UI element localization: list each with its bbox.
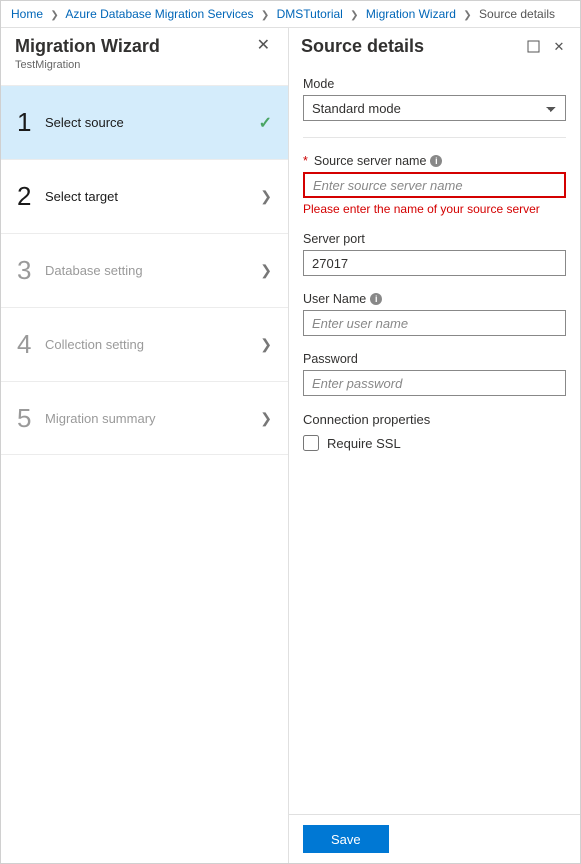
wizard-step-database-setting[interactable]: 3 Database setting ❯ [1, 233, 288, 307]
divider [303, 137, 566, 138]
step-label: Collection setting [45, 337, 260, 352]
chevron-right-icon: ❯ [260, 410, 272, 427]
pin-icon[interactable] [524, 38, 542, 56]
breadcrumb-current: Source details [479, 7, 555, 21]
close-icon[interactable]: ✕ [253, 36, 274, 56]
chevron-right-icon: ❯ [50, 10, 58, 21]
chevron-right-icon: ❯ [350, 10, 358, 21]
info-icon[interactable]: i [430, 155, 442, 167]
user-name-label: User Name [303, 292, 366, 306]
mode-field: Mode Standard mode [303, 77, 566, 121]
breadcrumb-link-wizard[interactable]: Migration Wizard [366, 7, 456, 21]
server-port-input[interactable] [303, 250, 566, 276]
step-number: 4 [17, 329, 45, 360]
breadcrumb-link-service[interactable]: Azure Database Migration Services [65, 7, 253, 21]
breadcrumb-link-home[interactable]: Home [11, 7, 43, 21]
wizard-steps: 1 Select source ✓ 2 Select target ❯ 3 Da… [1, 85, 288, 455]
details-footer: Save [289, 814, 580, 863]
require-ssl-checkbox[interactable] [303, 435, 319, 451]
chevron-right-icon: ❯ [260, 336, 272, 353]
source-server-field: * Source server name i Please enter the … [303, 154, 566, 216]
wizard-step-migration-summary[interactable]: 5 Migration summary ❯ [1, 381, 288, 455]
wizard-panel: Migration Wizard TestMigration ✕ 1 Selec… [1, 27, 289, 863]
password-label: Password [303, 352, 566, 366]
info-icon[interactable]: i [370, 293, 382, 305]
check-icon: ✓ [259, 113, 272, 133]
save-button[interactable]: Save [303, 825, 389, 853]
chevron-right-icon: ❯ [260, 188, 272, 205]
user-name-field: User Name i [303, 292, 566, 336]
require-ssl-row[interactable]: Require SSL [303, 435, 566, 451]
wizard-subtitle: TestMigration [15, 59, 253, 71]
chevron-right-icon: ❯ [261, 10, 269, 21]
step-number: 1 [17, 107, 45, 138]
step-label: Migration summary [45, 411, 260, 426]
breadcrumb: Home ❯ Azure Database Migration Services… [1, 1, 580, 27]
breadcrumb-link-tutorial[interactable]: DMSTutorial [277, 7, 343, 21]
server-port-label: Server port [303, 232, 566, 246]
step-number: 3 [17, 255, 45, 286]
step-label: Select source [45, 115, 259, 130]
details-title: Source details [301, 36, 516, 57]
wizard-title: Migration Wizard [15, 36, 253, 57]
pin-icon-svg [527, 40, 540, 53]
step-label: Select target [45, 189, 260, 204]
source-server-error: Please enter the name of your source ser… [303, 202, 566, 216]
chevron-right-icon: ❯ [260, 262, 272, 279]
mode-label: Mode [303, 77, 566, 91]
user-name-input[interactable] [303, 310, 566, 336]
chevron-right-icon: ❯ [463, 10, 471, 21]
connection-properties-heading: Connection properties [303, 412, 566, 427]
wizard-step-collection-setting[interactable]: 4 Collection setting ❯ [1, 307, 288, 381]
wizard-step-select-target[interactable]: 2 Select target ❯ [1, 159, 288, 233]
password-field: Password [303, 352, 566, 396]
mode-select[interactable]: Standard mode [303, 95, 566, 121]
required-asterisk: * [303, 154, 308, 168]
step-number: 2 [17, 181, 45, 212]
wizard-step-select-source[interactable]: 1 Select source ✓ [1, 85, 288, 159]
source-server-label: Source server name [314, 154, 427, 168]
source-server-input[interactable] [303, 172, 566, 198]
password-input[interactable] [303, 370, 566, 396]
step-number: 5 [17, 403, 45, 434]
require-ssl-label: Require SSL [327, 436, 401, 451]
step-label: Database setting [45, 263, 260, 278]
app-root: Home ❯ Azure Database Migration Services… [0, 0, 581, 864]
server-port-field: Server port [303, 232, 566, 276]
close-icon[interactable]: ✕ [550, 38, 568, 56]
details-panel: Source details ✕ Mode Standard mode [289, 27, 580, 863]
